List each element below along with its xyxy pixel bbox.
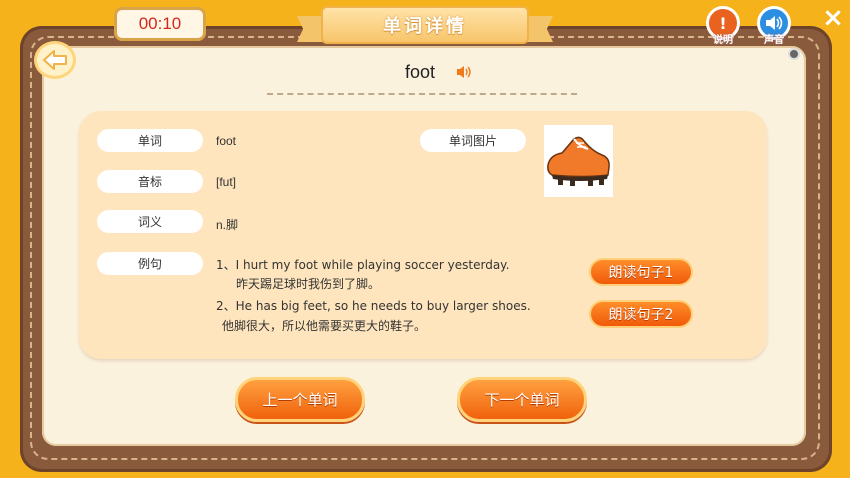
value-word: foot: [216, 134, 237, 148]
close-button[interactable]: ×: [820, 5, 846, 32]
sound-caption: 声音: [764, 35, 784, 46]
help-caption: 说明: [713, 35, 733, 46]
sound-button[interactable]: 声音: [757, 6, 791, 46]
label-picture: 单词图片: [420, 129, 526, 152]
example-2-en: 2、He has big feet, so he needs to buy la…: [216, 299, 531, 313]
value-phonetic: [fut]: [216, 175, 237, 189]
back-button[interactable]: [34, 41, 76, 79]
help-icon: !: [719, 13, 727, 33]
pin-icon: [788, 48, 800, 60]
prev-word-button[interactable]: 上一个单词: [235, 377, 365, 422]
read-sentence-2-button[interactable]: 朗读句子2: [589, 300, 693, 328]
example-2-zh: 他脚很大，所以他需要买更大的鞋子。: [222, 319, 427, 333]
example-1-en: 1、I hurt my foot while playing soccer ye…: [216, 258, 510, 272]
read-sentence-1-button[interactable]: 朗读句子1: [589, 258, 693, 286]
back-arrow-icon: [43, 50, 67, 70]
title-divider: [267, 93, 577, 95]
word-title: foot: [405, 62, 436, 82]
shoe-image: [547, 136, 610, 186]
speaker-icon[interactable]: [456, 64, 472, 83]
label-phonetic: 音标: [97, 170, 203, 193]
label-meaning: 词义: [97, 210, 203, 233]
label-example: 例句: [97, 252, 203, 275]
timer: 00:10: [114, 7, 206, 41]
title-ribbon: 单词详情: [297, 6, 553, 46]
value-meaning: n.脚: [216, 218, 239, 232]
sound-icon: [766, 16, 783, 30]
help-button[interactable]: ! 说明: [706, 6, 740, 46]
page-title: 单词详情: [321, 6, 529, 44]
word-image: [544, 125, 613, 197]
label-word: 单词: [97, 129, 203, 152]
next-word-button[interactable]: 下一个单词: [457, 377, 587, 422]
example-1-zh: 昨天踢足球时我伤到了脚。: [236, 277, 381, 291]
